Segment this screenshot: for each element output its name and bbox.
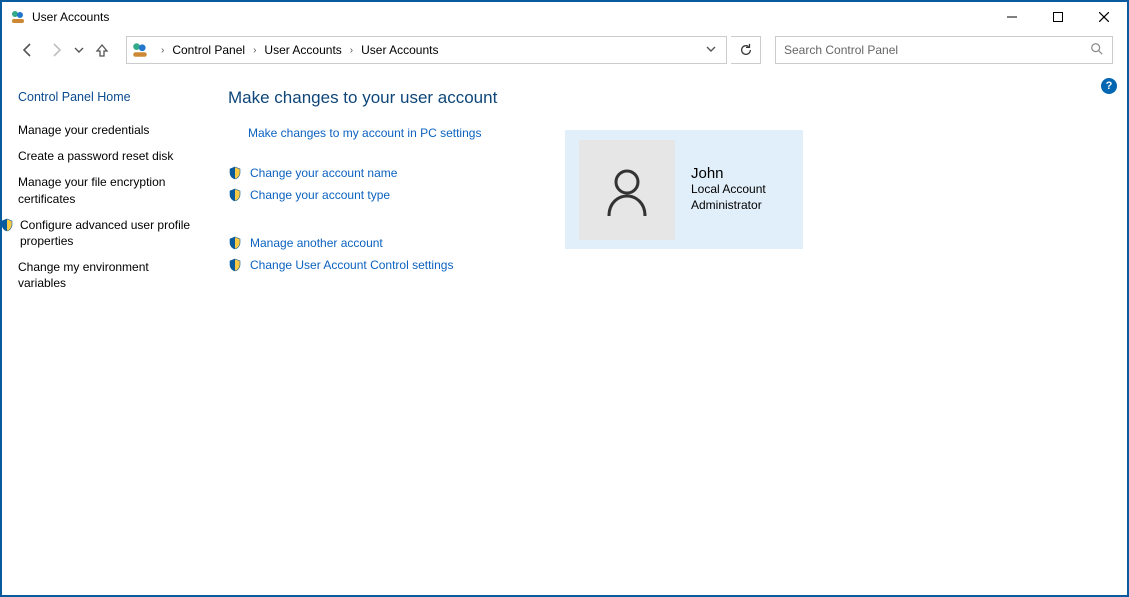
search-box[interactable] [775, 36, 1113, 64]
window-titlebar: User Accounts [2, 2, 1127, 32]
link-label: Make changes to my account in PC setting… [248, 126, 481, 140]
forward-button[interactable] [44, 38, 68, 62]
user-accounts-icon [10, 9, 26, 25]
up-button[interactable] [90, 38, 114, 62]
control-panel-home-link[interactable]: Control Panel Home [18, 90, 198, 104]
address-bar[interactable]: › Control Panel › User Accounts › User A… [126, 36, 727, 64]
address-dropdown-icon[interactable] [700, 44, 722, 57]
left-link-label: Create a password reset disk [18, 148, 173, 164]
left-link-label: Manage your file encryption certificates [18, 174, 198, 206]
shield-icon [228, 236, 242, 250]
recent-locations-dropdown[interactable] [72, 38, 86, 62]
window-title: User Accounts [32, 10, 989, 24]
link-label: Change User Account Control settings [250, 258, 453, 272]
user-role: Administrator [691, 198, 766, 214]
left-link-password-reset-disk[interactable]: Create a password reset disk [18, 148, 198, 164]
shield-icon [228, 166, 242, 180]
breadcrumb-separator-icon[interactable]: › [344, 45, 359, 56]
user-account-type: Local Account [691, 182, 766, 198]
shield-icon [0, 218, 14, 232]
breadcrumb-separator-icon[interactable]: › [155, 45, 170, 56]
left-nav-pane: Control Panel Home Manage your credentia… [2, 78, 212, 302]
user-name: John [691, 165, 766, 182]
link-label: Manage another account [250, 236, 383, 250]
search-icon[interactable] [1090, 42, 1104, 59]
left-link-label: Manage your credentials [18, 122, 149, 138]
link-label: Change your account name [250, 166, 397, 180]
user-info: John Local Account Administrator [691, 165, 766, 213]
link-label: Change your account type [250, 188, 390, 202]
shield-icon [228, 258, 242, 272]
shield-icon [228, 188, 242, 202]
navigation-toolbar: › Control Panel › User Accounts › User A… [2, 32, 1127, 68]
search-input[interactable] [784, 43, 1090, 57]
left-link-environment-variables[interactable]: Change my environment variables [18, 259, 198, 291]
refresh-button[interactable] [731, 36, 761, 64]
left-link-manage-credentials[interactable]: Manage your credentials [18, 122, 198, 138]
minimize-button[interactable] [989, 2, 1035, 32]
left-link-label: Configure advanced user profile properti… [20, 217, 198, 249]
page-heading: Make changes to your user account [228, 88, 1107, 108]
breadcrumb-separator-icon[interactable]: › [247, 45, 262, 56]
left-link-file-encryption-certs[interactable]: Manage your file encryption certificates [18, 174, 198, 206]
breadcrumb-user-accounts-2[interactable]: User Accounts [359, 43, 440, 57]
breadcrumb-user-accounts-1[interactable]: User Accounts [262, 43, 343, 57]
left-link-advanced-user-profile[interactable]: Configure advanced user profile properti… [18, 217, 198, 249]
back-button[interactable] [16, 38, 40, 62]
location-icon [131, 41, 149, 59]
action-change-uac-settings[interactable]: Change User Account Control settings [228, 258, 1107, 272]
breadcrumb-control-panel[interactable]: Control Panel [170, 43, 247, 57]
maximize-button[interactable] [1035, 2, 1081, 32]
left-link-label: Change my environment variables [18, 259, 198, 291]
current-user-card: John Local Account Administrator [565, 130, 803, 249]
close-button[interactable] [1081, 2, 1127, 32]
user-avatar [579, 140, 675, 240]
